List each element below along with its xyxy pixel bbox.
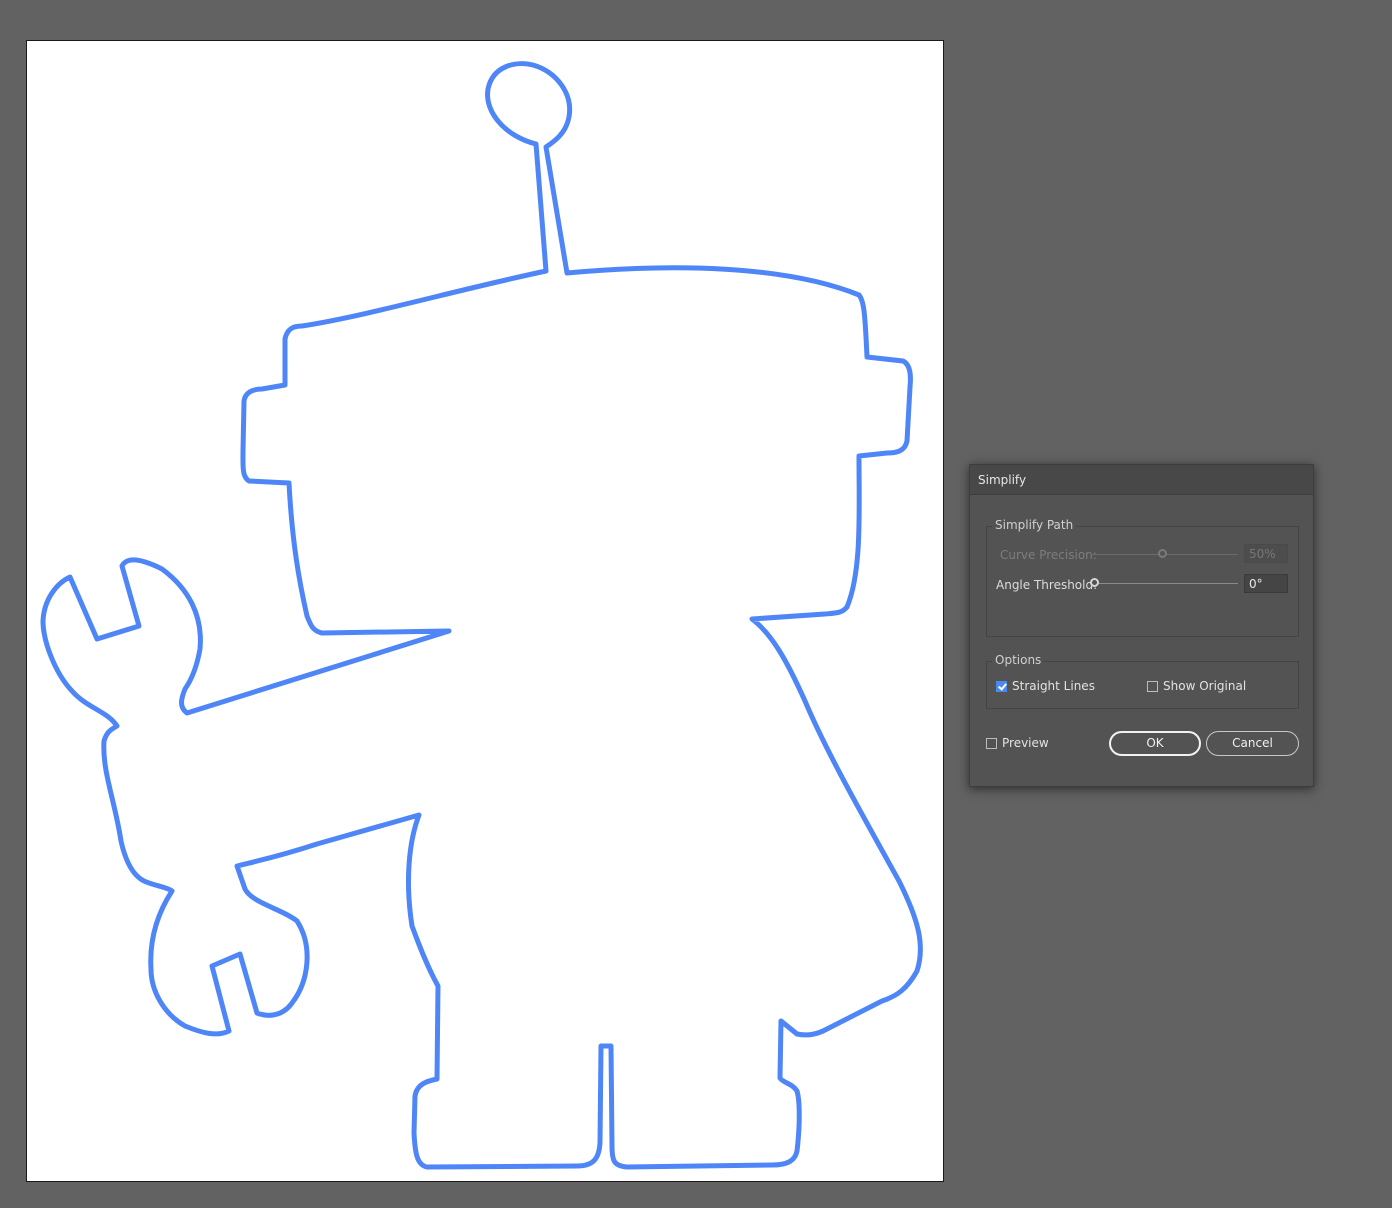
curve-precision-slider-handle[interactable] xyxy=(1158,549,1167,558)
angle-threshold-value-field[interactable]: 0° xyxy=(1244,574,1288,593)
preview-checkbox[interactable] xyxy=(986,737,997,749)
robot-path[interactable] xyxy=(40,61,923,1170)
options-legend: Options xyxy=(992,653,1045,667)
angle-threshold-slider-handle[interactable] xyxy=(1090,578,1099,587)
show-original-label: Show Original xyxy=(1163,679,1247,693)
illustrator-workspace[interactable]: Simplify Simplify Path Curve Precision: … xyxy=(0,0,1392,1208)
simplify-dialog[interactable]: Simplify Simplify Path Curve Precision: … xyxy=(969,464,1314,787)
angle-threshold-slider[interactable] xyxy=(1092,583,1238,584)
curve-precision-label: Curve Precision: xyxy=(1000,548,1097,562)
show-original-option[interactable]: Show Original xyxy=(1147,679,1246,693)
angle-threshold-label: Angle Threshold: xyxy=(996,578,1098,592)
straight-lines-checkbox[interactable] xyxy=(996,680,1007,692)
show-original-checkbox[interactable] xyxy=(1147,680,1158,692)
preview-label: Preview xyxy=(1002,736,1049,750)
dialog-titlebar[interactable]: Simplify xyxy=(970,465,1313,495)
cancel-button[interactable]: Cancel xyxy=(1206,731,1299,756)
curve-precision-value-field[interactable]: 50% xyxy=(1244,544,1288,563)
dialog-title: Simplify xyxy=(978,473,1027,487)
artboard[interactable] xyxy=(26,40,944,1182)
straight-lines-option[interactable]: Straight Lines xyxy=(996,679,1095,693)
robot-outline-artwork[interactable] xyxy=(27,41,945,1183)
ok-button[interactable]: OK xyxy=(1109,731,1201,756)
preview-option[interactable]: Preview xyxy=(986,736,1049,750)
simplify-path-legend: Simplify Path xyxy=(992,518,1077,532)
straight-lines-label: Straight Lines xyxy=(1012,679,1095,693)
